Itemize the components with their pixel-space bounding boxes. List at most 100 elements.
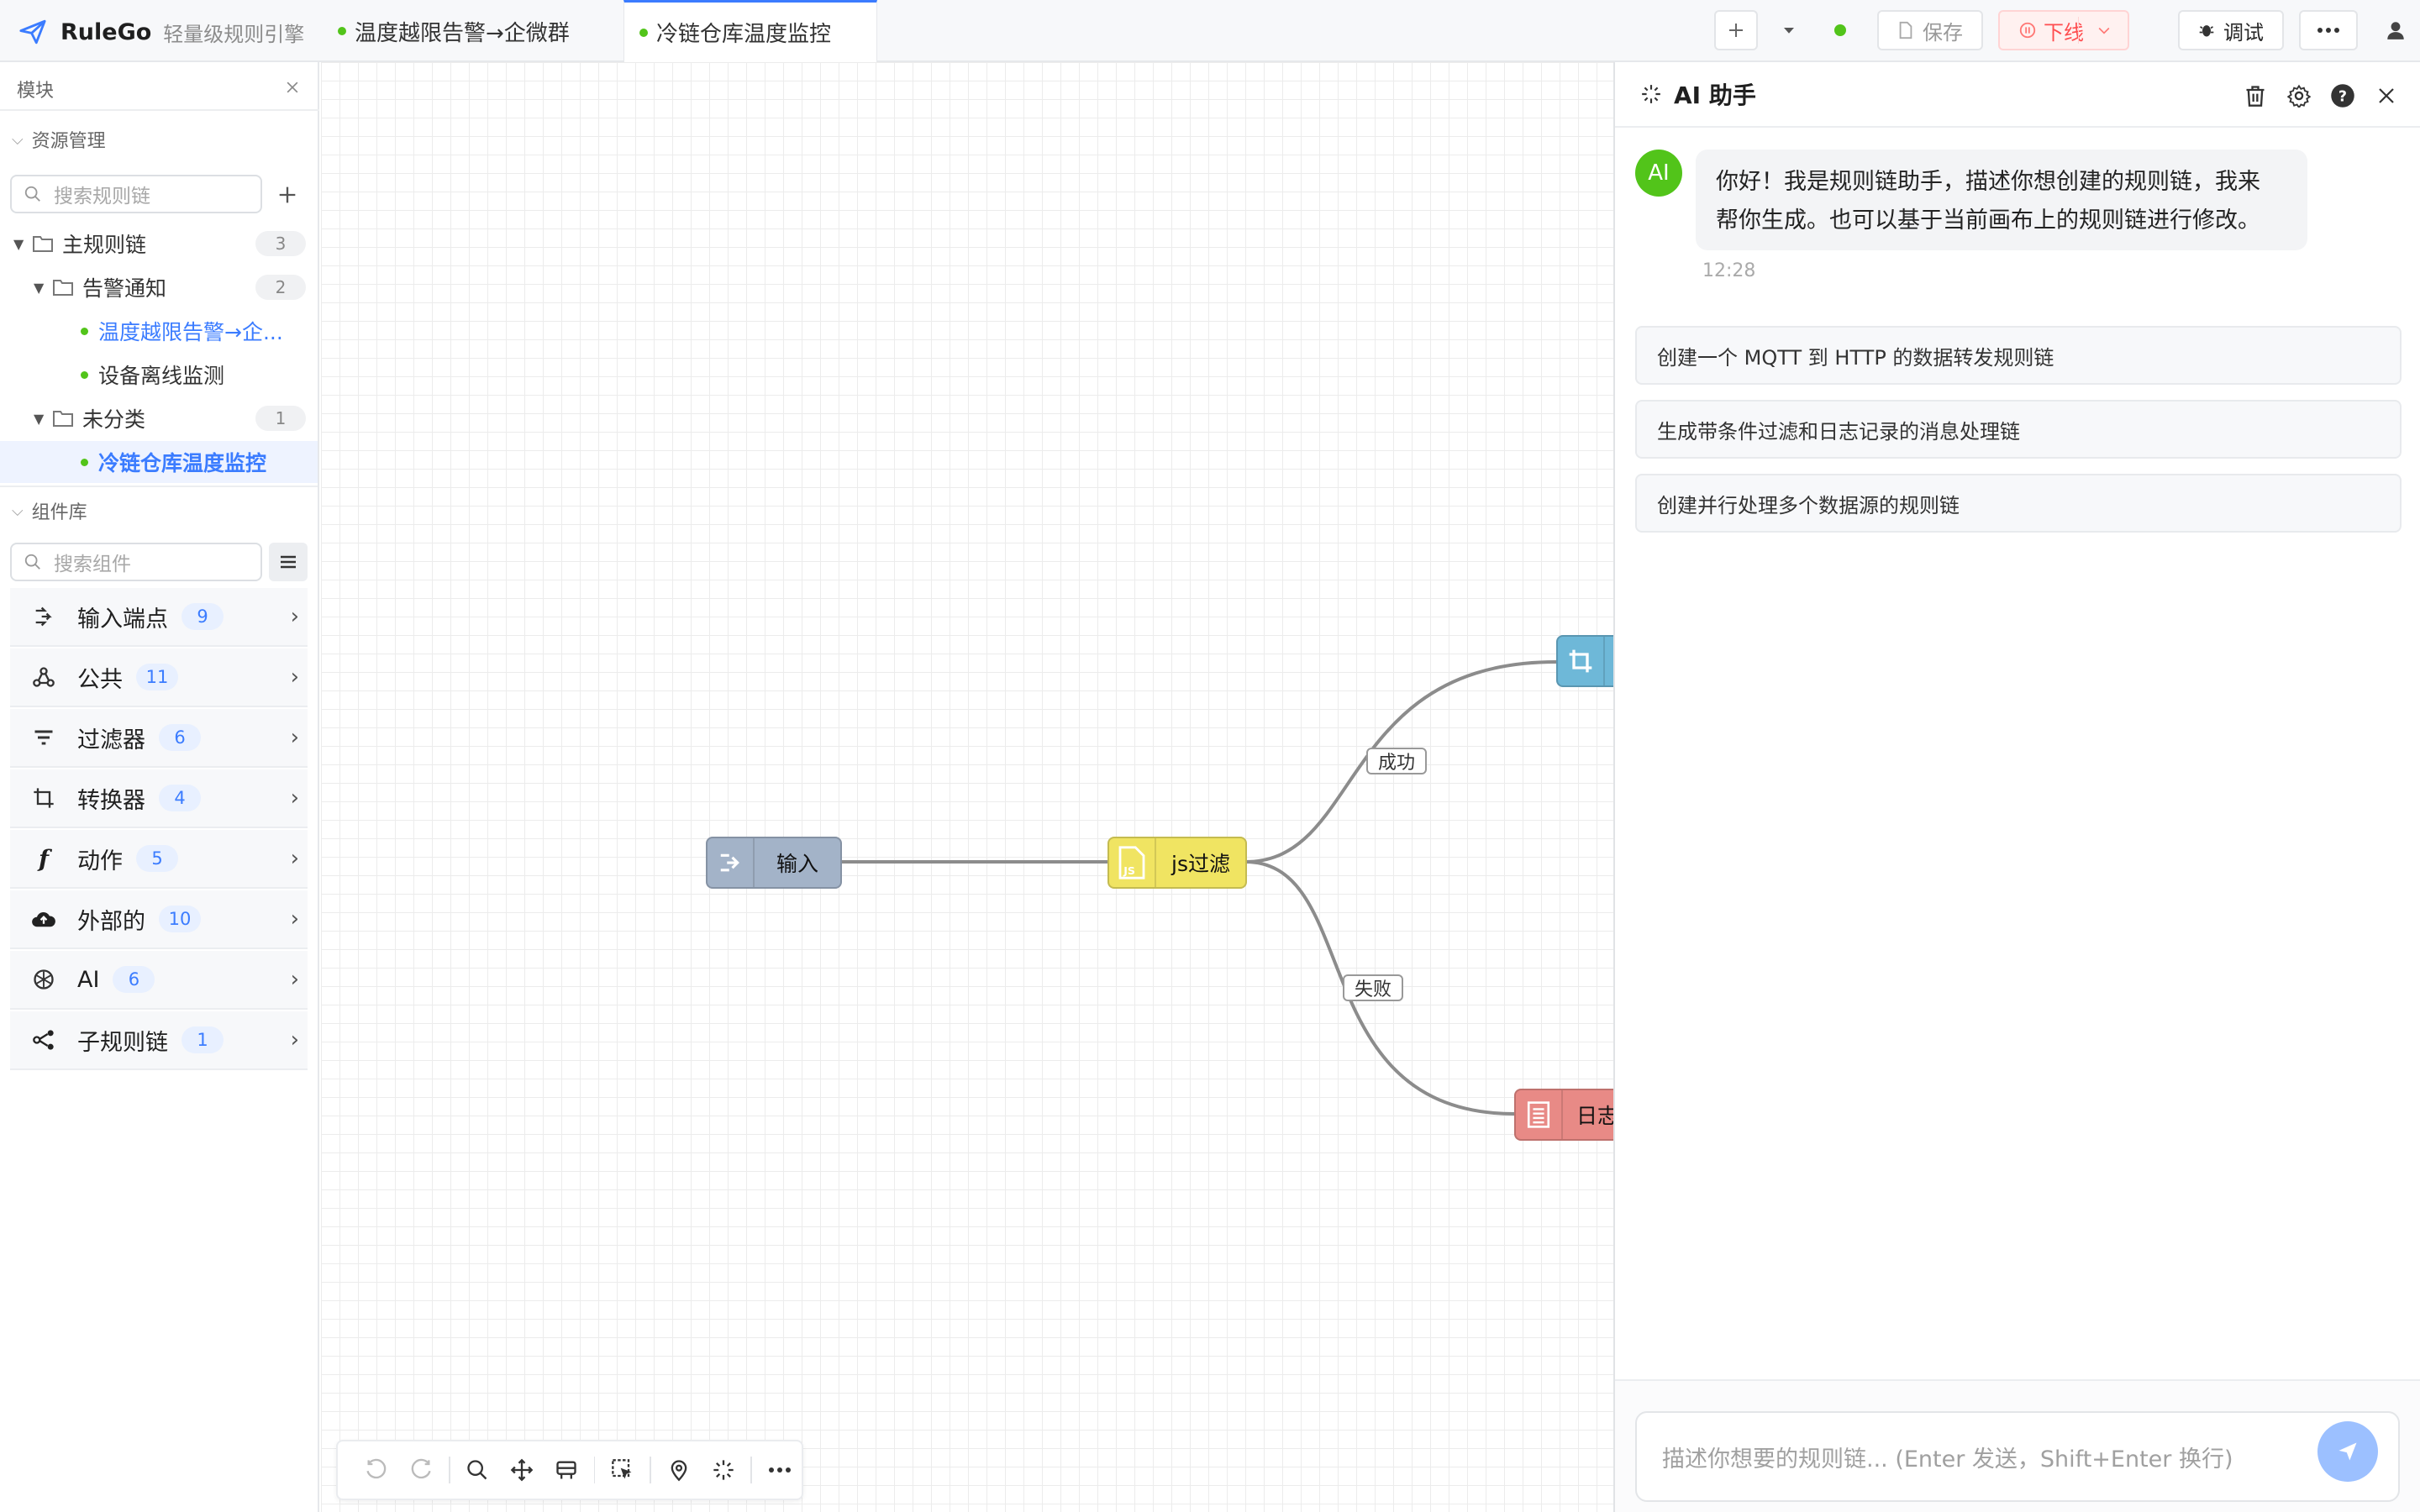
suggestion-mqtt-http[interactable]: 创建一个 MQTT 到 HTTP 的数据转发规则链 bbox=[1635, 326, 2402, 385]
add-rulechain-icon[interactable] bbox=[276, 183, 299, 207]
canvas-toolbar bbox=[336, 1440, 803, 1500]
offline-button[interactable]: 下线 bbox=[1998, 10, 2129, 50]
tree-folder-alerts[interactable]: ▼ 告警通知 2 bbox=[0, 266, 318, 308]
folder-icon bbox=[33, 236, 53, 252]
node-transform[interactable] bbox=[1556, 635, 1613, 687]
ai-settings-button[interactable] bbox=[2284, 81, 2314, 111]
tree-item-temperature-alert[interactable]: 温度越限告警→企... bbox=[0, 310, 318, 352]
file-icon bbox=[1899, 21, 1912, 39]
gear-icon bbox=[2287, 84, 2311, 108]
status-dot bbox=[338, 27, 346, 35]
input-placeholder: 描述你想要的规则链... (Enter 发送，Shift+Enter 换行) bbox=[1662, 1446, 2233, 1473]
count-badge: 1 bbox=[182, 1026, 224, 1053]
tree-label: 主规则链 bbox=[62, 233, 147, 257]
component-category-action[interactable]: f 动作 5 › bbox=[10, 830, 308, 889]
tree-item-device-offline[interactable]: 设备离线监测 bbox=[0, 354, 318, 396]
app-name: RuleGo bbox=[60, 18, 152, 45]
resource-section-header[interactable]: ⌵ 资源管理 bbox=[12, 123, 106, 156]
save-button[interactable]: 保存 bbox=[1877, 10, 1983, 50]
node-js-filter[interactable]: JS js过滤 bbox=[1107, 837, 1247, 889]
function-icon: f bbox=[38, 844, 50, 873]
component-category-transform[interactable]: 转换器 4 › bbox=[10, 769, 308, 828]
component-category-external[interactable]: 外部的 10 › bbox=[10, 890, 308, 949]
help-button[interactable]: ? bbox=[2328, 81, 2358, 111]
title-text: AI 助手 bbox=[1674, 81, 1756, 109]
node-label: js过滤 bbox=[1171, 852, 1230, 876]
ai-layout-button[interactable] bbox=[701, 1446, 745, 1494]
debug-button[interactable]: 调试 bbox=[2178, 10, 2284, 50]
send-button[interactable] bbox=[2317, 1421, 2378, 1482]
rulechain-search-input[interactable]: 搜索规则链 bbox=[10, 175, 262, 213]
count-badge: 1 bbox=[255, 406, 306, 431]
redo-icon bbox=[412, 1458, 432, 1479]
section-title: 组件库 bbox=[31, 502, 87, 523]
chevron-down-icon[interactable] bbox=[2096, 22, 2112, 39]
node-input[interactable]: 输入 bbox=[706, 837, 842, 889]
clear-chat-button[interactable] bbox=[2240, 81, 2270, 111]
component-label: 过滤器 bbox=[77, 727, 145, 753]
edge-label-failure[interactable]: 失败 bbox=[1343, 974, 1404, 1001]
pan-button[interactable] bbox=[500, 1446, 544, 1494]
connection-status bbox=[1832, 10, 1849, 50]
tree-item-cold-chain[interactable]: 冷链仓库温度监控 bbox=[0, 441, 318, 483]
close-icon bbox=[2379, 88, 2394, 103]
panel-header: 模块 bbox=[0, 62, 319, 111]
pause-circle-icon bbox=[2019, 22, 2036, 39]
section-divider bbox=[0, 486, 318, 487]
edge-label-success[interactable]: 成功 bbox=[1366, 748, 1428, 774]
tree-folder-uncategorized[interactable]: ▼ 未分类 1 bbox=[0, 397, 318, 439]
component-search-input[interactable]: 搜索组件 bbox=[10, 543, 262, 581]
chevron-right-icon: › bbox=[290, 725, 299, 750]
component-category-filter[interactable]: 过滤器 6 › bbox=[10, 709, 308, 768]
cloud-upload-icon bbox=[27, 902, 60, 936]
message-timestamp: 12:28 bbox=[1702, 260, 1756, 281]
tab-label: 冷链仓库温度监控 bbox=[656, 22, 832, 47]
count-badge: 6 bbox=[159, 724, 201, 751]
input-endpoint-icon bbox=[27, 600, 60, 633]
tree-folder-main[interactable]: ▼ 主规则链 3 bbox=[0, 223, 318, 265]
zoom-button[interactable] bbox=[455, 1446, 500, 1494]
select-icon bbox=[612, 1459, 632, 1479]
svg-text:JS: JS bbox=[1123, 864, 1135, 877]
toolbar-more-button[interactable] bbox=[757, 1446, 802, 1494]
suggestion-parallel[interactable]: 创建并行处理多个数据源的规则链 bbox=[1635, 474, 2402, 533]
more-button[interactable] bbox=[2299, 10, 2358, 50]
node-log[interactable]: 日志 bbox=[1514, 1089, 1613, 1141]
search-icon bbox=[24, 186, 40, 202]
tree-label: 未分类 bbox=[82, 407, 146, 432]
component-label: 子规则链 bbox=[77, 1029, 168, 1056]
panel-title: 模块 bbox=[17, 81, 55, 102]
status-dot bbox=[639, 28, 648, 37]
chevron-down-icon: ⌵ bbox=[12, 501, 24, 520]
component-category-input[interactable]: 输入端点 9 › bbox=[10, 588, 308, 647]
chevron-right-icon: › bbox=[290, 967, 299, 992]
log-icon bbox=[1516, 1090, 1563, 1139]
user-menu-button[interactable] bbox=[2383, 10, 2408, 50]
tabs-dropdown-button[interactable] bbox=[1776, 10, 1802, 50]
close-panel-button[interactable] bbox=[2371, 81, 2402, 111]
component-category-common[interactable]: 公共 11 › bbox=[10, 648, 308, 707]
more-icon bbox=[768, 1467, 791, 1473]
list-view-button[interactable] bbox=[269, 543, 308, 581]
ai-prompt-input[interactable]: 描述你想要的规则链... (Enter 发送，Shift+Enter 换行) bbox=[1635, 1411, 2400, 1502]
transform-icon bbox=[1558, 637, 1605, 685]
tab-temperature-alert[interactable]: 温度越限告警→企微群 bbox=[338, 0, 570, 62]
caret-down-icon: ▼ bbox=[34, 279, 45, 296]
suggestion-filter-log[interactable]: 生成带条件过滤和日志记录的消息处理链 bbox=[1635, 400, 2402, 459]
fit-view-button[interactable] bbox=[544, 1446, 589, 1494]
close-icon[interactable] bbox=[284, 79, 301, 96]
select-button[interactable] bbox=[600, 1446, 644, 1494]
paper-plane-icon bbox=[19, 19, 46, 45]
ai-message-bubble: 你好！我是规则链助手，描述你想创建的规则链，我来 帮你生成。也可以基于当前画布上… bbox=[1696, 150, 2307, 250]
undo-button[interactable] bbox=[355, 1446, 399, 1494]
component-category-subchain[interactable]: 子规则链 1 › bbox=[10, 1011, 308, 1070]
locate-button[interactable] bbox=[656, 1446, 701, 1494]
send-icon bbox=[2338, 1442, 2357, 1461]
component-category-ai[interactable]: AI 6 › bbox=[10, 951, 308, 1010]
filter-icon bbox=[27, 721, 60, 754]
tab-cold-chain-monitor[interactable]: 冷链仓库温度监控 bbox=[623, 0, 877, 62]
flow-canvas[interactable]: 输入 JS js过滤 日志 成功 失败 bbox=[321, 62, 1613, 1512]
redo-button[interactable] bbox=[399, 1446, 444, 1494]
add-tab-button[interactable] bbox=[1714, 10, 1758, 50]
component-section-header[interactable]: ⌵ 组件库 bbox=[12, 494, 87, 528]
